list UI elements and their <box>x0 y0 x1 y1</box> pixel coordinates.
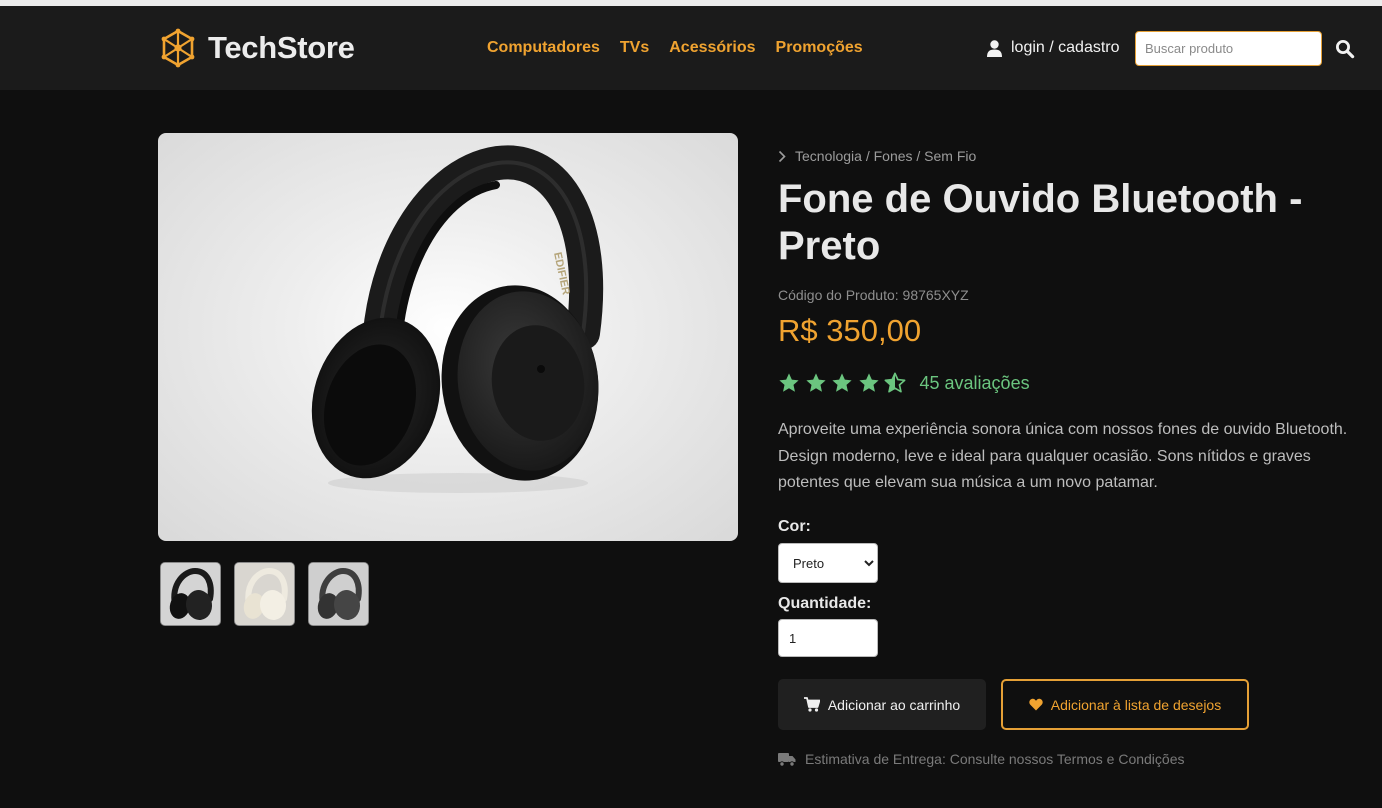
quantity-label: Quantidade: <box>778 595 872 612</box>
thumbnail-cream[interactable] <box>234 562 295 626</box>
gray-headphones-icon <box>309 563 368 625</box>
delivery-estimate: Estimativa de Entrega: Consulte nossos T… <box>778 751 1185 767</box>
product-price: R$ 350,00 <box>778 313 922 348</box>
login-link[interactable]: login / cadastro <box>987 39 1120 57</box>
nav-item-acessorios[interactable]: Acessórios <box>669 39 755 57</box>
hexagon-network-icon <box>161 28 195 68</box>
chevron-right-icon <box>778 150 786 162</box>
navbar: TechStore Computadores TVs Acessórios Pr… <box>0 6 1382 90</box>
product-code: Código do Produto: 98765XYZ <box>778 287 969 303</box>
cream-headphones-icon <box>235 563 294 625</box>
black-headphones-icon <box>161 563 220 625</box>
login-label: login / cadastro <box>1011 39 1120 56</box>
star-full-icon <box>858 373 879 392</box>
product-main-image: EDIFIER <box>158 133 738 541</box>
star-full-icon <box>805 373 826 392</box>
product-title: Fone de Ouvido Bluetooth - Preto <box>778 177 1303 268</box>
color-select[interactable]: Preto <box>778 543 878 583</box>
color-label: Cor: <box>778 518 811 535</box>
heart-icon <box>1029 698 1043 711</box>
brand-name: TechStore <box>208 30 355 65</box>
star-half-icon <box>884 372 906 393</box>
cart-icon <box>803 697 820 712</box>
search-input[interactable] <box>1135 31 1322 66</box>
star-full-icon <box>779 373 799 392</box>
breadcrumb-text[interactable]: Tecnologia / Fones / Sem Fio <box>795 148 976 164</box>
nav-item-promocoes[interactable]: Promoções <box>776 39 863 57</box>
logo[interactable]: TechStore <box>160 28 355 68</box>
delivery-text[interactable]: Estimativa de Entrega: Consulte nossos T… <box>805 751 1185 767</box>
rating-count[interactable]: 45 avaliações <box>920 373 1030 394</box>
star-full-icon <box>832 373 852 392</box>
main-menu: Computadores TVs Acessórios Promoções <box>487 39 883 57</box>
add-to-cart-label: Adicionar ao carrinho <box>827 696 961 713</box>
nav-item-tvs[interactable]: TVs <box>620 39 649 57</box>
quantity-input[interactable] <box>778 619 878 657</box>
search-icon[interactable] <box>1335 39 1355 59</box>
thumbnail-gray[interactable] <box>308 562 369 626</box>
add-to-cart-button[interactable]: Adicionar ao carrinho <box>778 679 986 730</box>
breadcrumb: Tecnologia / Fones / Sem Fio <box>778 148 976 164</box>
truck-icon <box>778 752 796 767</box>
add-to-wishlist-button[interactable]: Adicionar à lista de desejos <box>1001 679 1249 730</box>
user-icon <box>987 39 1002 57</box>
nav-item-computadores[interactable]: Computadores <box>487 39 600 57</box>
thumbnail-black[interactable] <box>160 562 221 626</box>
add-to-wishlist-label: Adicionar à lista de desejos <box>1050 696 1222 713</box>
headphones-black-image: EDIFIER <box>311 145 604 493</box>
product-rating: 45 avaliações <box>778 372 1030 394</box>
product-description: Aproveite uma experiência sonora única c… <box>778 421 1348 491</box>
